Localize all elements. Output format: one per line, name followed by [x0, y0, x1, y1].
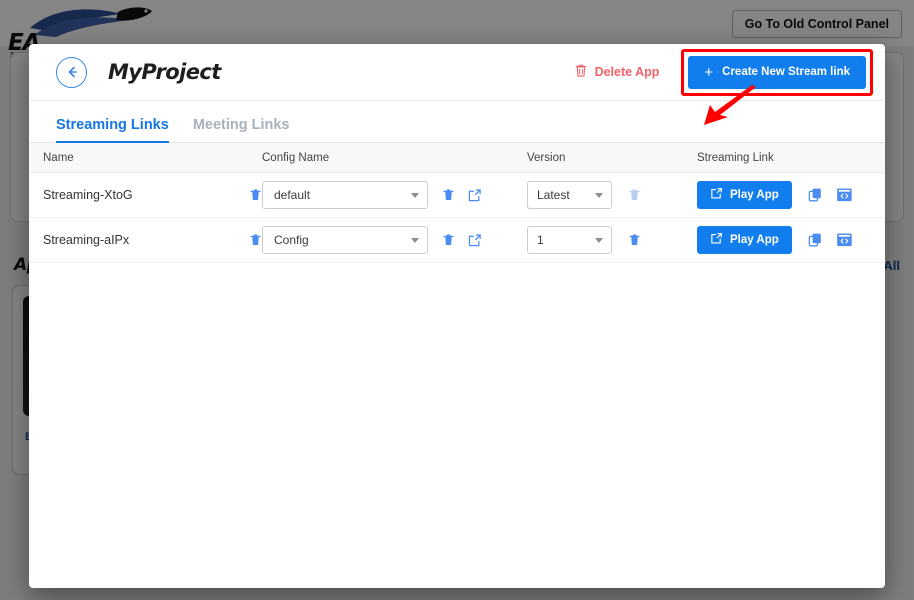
column-header-version: Version	[527, 152, 697, 164]
chevron-down-icon	[411, 238, 419, 243]
config-name-value: default	[274, 188, 411, 202]
copy-icon[interactable]	[808, 187, 824, 203]
stream-name-label: Streaming-aIPx	[43, 233, 249, 247]
column-header-streaming-link: Streaming Link	[697, 152, 885, 164]
tab-streaming-links[interactable]: Streaming Links	[56, 117, 169, 142]
arrow-left-circle-icon	[64, 64, 80, 80]
create-new-stream-link-highlight: + Create New Stream link	[681, 49, 873, 96]
embed-code-icon[interactable]	[836, 187, 853, 203]
play-app-button[interactable]: Play App	[697, 181, 792, 209]
background-view-all-link[interactable]: All	[883, 258, 900, 273]
cell-name: Streaming-XtoG	[29, 188, 262, 202]
delete-app-button[interactable]: Delete App	[574, 63, 660, 81]
delete-version-icon[interactable]	[628, 188, 641, 202]
streaming-links-table: Name Config Name Version Streaming Link …	[29, 143, 885, 263]
column-header-config-name: Config Name	[262, 152, 527, 164]
delete-stream-icon[interactable]	[249, 233, 262, 247]
stream-name-label: Streaming-XtoG	[43, 188, 249, 202]
modal-tabs: Streaming Links Meeting Links	[29, 101, 885, 143]
tab-meeting-links[interactable]: Meeting Links	[193, 117, 290, 142]
edit-square-icon[interactable]	[467, 188, 482, 203]
chevron-down-icon	[595, 238, 603, 243]
back-button[interactable]	[56, 57, 87, 88]
delete-stream-icon[interactable]	[249, 188, 262, 202]
version-select[interactable]: Latest	[527, 181, 612, 209]
create-new-stream-link-button[interactable]: + Create New Stream link	[688, 56, 866, 89]
config-name-value: Config	[274, 233, 411, 247]
cell-config: Config	[262, 226, 527, 254]
external-link-icon	[710, 232, 723, 248]
cell-name: Streaming-aIPx	[29, 233, 262, 247]
play-app-label: Play App	[730, 234, 779, 246]
column-header-name: Name	[29, 152, 262, 164]
cell-config: default	[262, 181, 527, 209]
table-row: Streaming-aIPx Config	[29, 218, 885, 263]
cell-streaming-link: Play App	[697, 226, 885, 254]
go-to-old-control-panel-button[interactable]: Go To Old Control Panel	[732, 10, 902, 38]
copy-icon[interactable]	[808, 232, 824, 248]
delete-config-icon[interactable]	[442, 188, 455, 202]
plus-icon: +	[704, 65, 713, 80]
version-select[interactable]: 1	[527, 226, 612, 254]
play-app-button[interactable]: Play App	[697, 226, 792, 254]
page-title: MyProject	[108, 60, 221, 84]
page-root: EA 3 D Go To Old Control Panel Apps All …	[0, 0, 914, 600]
version-value: 1	[537, 233, 595, 247]
modal-header-actions: Delete App + Create New Stream link	[574, 49, 885, 96]
version-value: Latest	[537, 188, 595, 202]
cell-version: Latest	[527, 181, 697, 209]
delete-version-icon[interactable]	[628, 233, 641, 247]
external-link-icon	[710, 187, 723, 203]
edit-square-icon[interactable]	[467, 233, 482, 248]
delete-config-icon[interactable]	[442, 233, 455, 247]
config-name-select[interactable]: default	[262, 181, 428, 209]
chevron-down-icon	[411, 193, 419, 198]
cell-streaming-link: Play App	[697, 181, 885, 209]
create-new-stream-link-label: Create New Stream link	[722, 66, 850, 78]
modal-header: MyProject Delete App + Cr	[29, 44, 885, 101]
cell-version: 1	[527, 226, 697, 254]
project-modal: MyProject Delete App + Cr	[29, 44, 885, 588]
table-header-row: Name Config Name Version Streaming Link	[29, 143, 885, 173]
embed-code-icon[interactable]	[836, 232, 853, 248]
trash-icon	[574, 63, 588, 81]
config-name-select[interactable]: Config	[262, 226, 428, 254]
chevron-down-icon	[595, 193, 603, 198]
play-app-label: Play App	[730, 189, 779, 201]
table-row: Streaming-XtoG default	[29, 173, 885, 218]
delete-app-label: Delete App	[595, 65, 660, 79]
background-topbar: EA 3 D Go To Old Control Panel	[0, 0, 914, 46]
